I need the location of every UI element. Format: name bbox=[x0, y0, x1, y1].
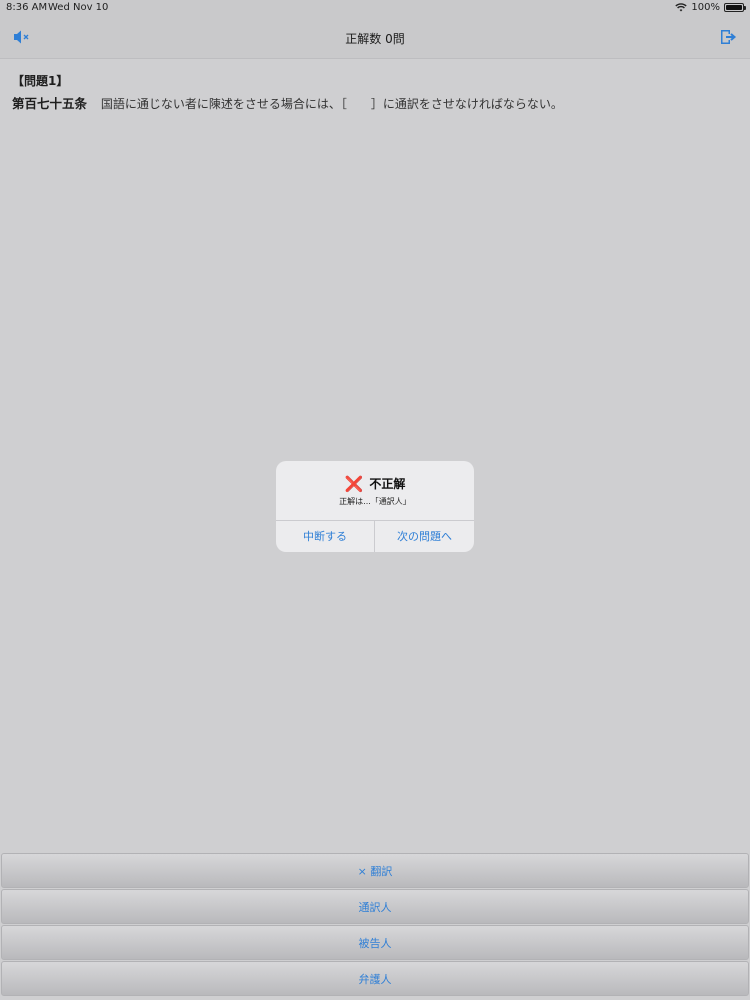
battery-percent: 100% bbox=[691, 2, 720, 13]
wifi-icon bbox=[675, 3, 688, 12]
answer-option[interactable]: × 翻訳 bbox=[1, 853, 749, 888]
dialog-message: 正解は...「通訳人」 bbox=[339, 497, 411, 506]
answer-option[interactable]: 弁護人 bbox=[1, 961, 749, 996]
dialog-title: 不正解 bbox=[369, 477, 406, 491]
status-right: 100% bbox=[675, 2, 746, 13]
question-line: 第百七十五条 国語に通じない者に陳述をさせる場合には、［ ］に通訳をさせなければ… bbox=[12, 93, 738, 112]
battery-icon bbox=[724, 3, 746, 12]
article-number: 第百七十五条 bbox=[12, 96, 88, 111]
quit-button[interactable]: 中断する bbox=[276, 521, 374, 552]
page-title: 正解数 0問 bbox=[345, 32, 405, 46]
nav-bar: 正解数 0問 bbox=[0, 16, 750, 59]
status-time: 8:36 AM bbox=[6, 2, 48, 13]
next-question-button[interactable]: 次の問題へ bbox=[375, 521, 474, 552]
dialog-title-row: ❌ 不正解 bbox=[276, 475, 474, 493]
answer-option[interactable]: 通訳人 bbox=[1, 889, 749, 924]
exit-icon[interactable] bbox=[718, 28, 738, 46]
question-label: 【問題1】 bbox=[12, 74, 69, 88]
answer-list: × 翻訳 通訳人 被告人 弁護人 bbox=[0, 853, 750, 997]
status-date: Wed Nov 10 bbox=[48, 2, 109, 13]
result-dialog: ❌ 不正解 正解は...「通訳人」 中断する 次の問題へ bbox=[276, 461, 474, 552]
status-bar: 8:36 AM Wed Nov 10 100% bbox=[0, 0, 750, 16]
cross-mark-icon: ❌ bbox=[344, 475, 364, 493]
answer-option[interactable]: 被告人 bbox=[1, 925, 749, 960]
question-block: 【問題1】 第百七十五条 国語に通じない者に陳述をさせる場合には、［ ］に通訳を… bbox=[12, 72, 738, 112]
question-text: 国語に通じない者に陳述をさせる場合には、［ ］に通訳をさせなければならない。 bbox=[100, 97, 563, 111]
